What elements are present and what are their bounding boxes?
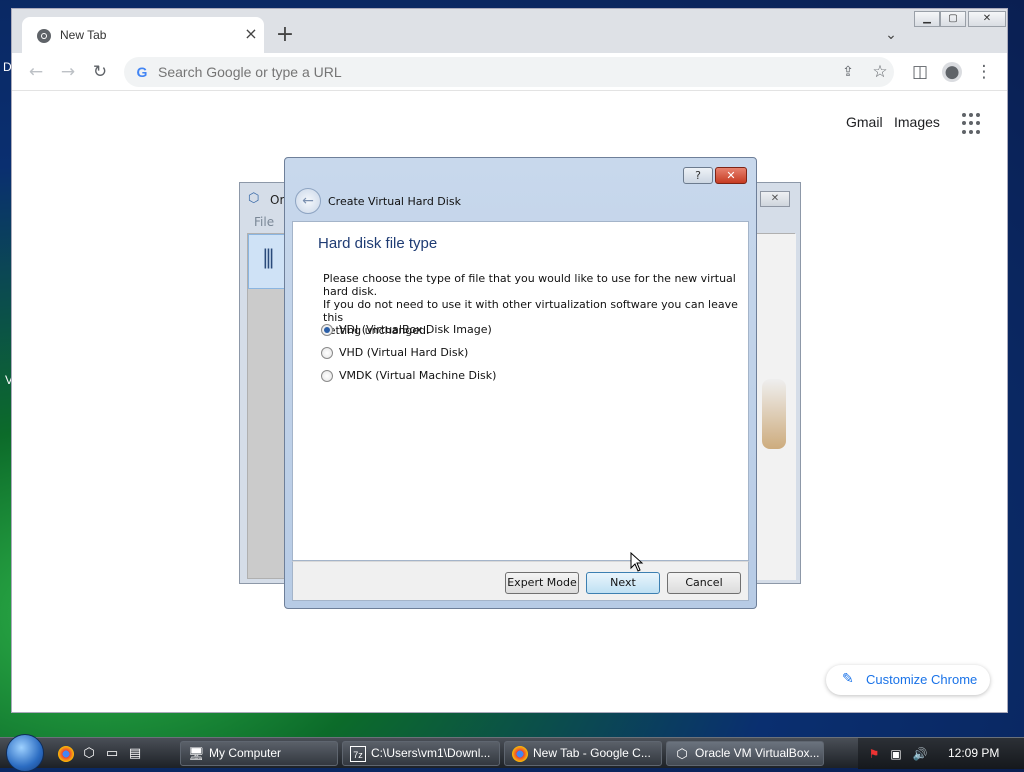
tab-search-chevron-icon[interactable]: ⌄	[882, 27, 900, 45]
pencil-icon: ✎	[842, 671, 854, 687]
help-button[interactable]: ?	[683, 167, 713, 184]
gmail-link[interactable]: Gmail	[846, 114, 883, 130]
taskbar-item-7zip[interactable]: 7z C:\Users\vm1\Downl...	[342, 741, 500, 766]
chrome-favicon-icon	[37, 29, 51, 43]
virtualbox-icon[interactable]: ⬡	[81, 746, 97, 762]
tab-close-icon[interactable]: ×	[242, 25, 260, 43]
switch-windows-icon[interactable]: ▤	[127, 746, 143, 762]
radio-label: VHD (Virtual Hard Disk)	[339, 346, 469, 359]
mouse-cursor-icon	[630, 552, 644, 572]
show-desktop-icon[interactable]: ▭	[104, 746, 120, 762]
images-link[interactable]: Images	[894, 114, 940, 130]
reload-icon[interactable]: ↻	[90, 62, 110, 82]
cancel-button[interactable]: Cancel	[667, 572, 741, 594]
taskbar-item-label: C:\Users\vm1\Downl...	[371, 746, 491, 760]
clock[interactable]: 12:09 PM	[948, 746, 999, 760]
forward-arrow-icon[interactable]: →	[58, 62, 78, 82]
tools-icon: ⫴	[263, 245, 274, 275]
window-maximize-button[interactable]: ▢	[940, 11, 966, 27]
customize-chrome-button[interactable]: ✎ Customize Chrome	[826, 665, 990, 695]
network-icon[interactable]: ▣	[888, 746, 904, 762]
new-tab-button[interactable]: +	[274, 24, 296, 47]
tools-item[interactable]: ⫴	[248, 234, 288, 289]
taskbar-item-my-computer[interactable]: 🖥 My Computer	[180, 741, 338, 766]
description-line: Please choose the type of file that you …	[323, 272, 736, 298]
create-virtual-hard-disk-dialog: ? ✕ ← Create Virtual Hard Disk Hard disk…	[284, 157, 757, 609]
dialog-button-bar: Expert Mode Next Cancel	[292, 561, 749, 601]
dialog-close-button[interactable]: ✕	[715, 167, 747, 184]
side-panel-icon[interactable]: ◫	[910, 62, 930, 82]
back-arrow-icon[interactable]: ←	[26, 62, 46, 82]
radio-button[interactable]	[321, 370, 333, 382]
chrome-icon[interactable]	[58, 746, 74, 762]
volume-icon[interactable]: 🔊	[912, 746, 928, 762]
tab-strip: New Tab × + ⌄ ▁ ▢ ✕	[12, 9, 1007, 53]
tab-new-tab[interactable]: New Tab ×	[22, 17, 264, 53]
window-minimize-button[interactable]: ▁	[914, 11, 940, 27]
browser-toolbar: ← → ↻ G ⇪ ☆ ◫ ● ⋮	[12, 53, 1007, 91]
virtualbox-icon: ⬡	[248, 191, 260, 206]
dialog-title: Create Virtual Hard Disk	[328, 195, 461, 208]
next-button[interactable]: Next	[586, 572, 660, 594]
action-center-flag-icon[interactable]: ⚑	[866, 746, 882, 762]
page-title: Hard disk file type	[318, 235, 438, 252]
back-arrow-icon[interactable]: ←	[295, 188, 321, 214]
tab-title: New Tab	[60, 28, 107, 42]
welcome-illustration-icon	[762, 379, 786, 449]
dialog-content: Hard disk file type Please choose the ty…	[292, 221, 749, 561]
omnibox[interactable]: G ⇪ ☆	[124, 57, 894, 87]
description-line: If you do not need to use it with other …	[323, 298, 738, 324]
taskbar-item-virtualbox[interactable]: ⬡ Oracle VM VirtualBox...	[666, 741, 824, 766]
share-icon[interactable]: ⇪	[838, 62, 858, 82]
kebab-menu-icon[interactable]: ⋮	[974, 62, 994, 82]
radio-label: VMDK (Virtual Machine Disk)	[339, 369, 497, 382]
omnibox-input[interactable]	[156, 61, 796, 83]
taskbar-item-label: My Computer	[209, 746, 282, 760]
taskbar: ⬡ ▭ ▤ 🖥 My Computer 7z C:\Users\vm1\Down…	[0, 734, 1024, 772]
profile-avatar-icon[interactable]: ●	[942, 62, 962, 82]
google-apps-grid-icon[interactable]	[962, 113, 984, 135]
start-button[interactable]	[6, 734, 44, 772]
taskbar-item-label: Oracle VM VirtualBox...	[695, 746, 820, 760]
bookmark-star-icon[interactable]: ☆	[870, 62, 890, 82]
system-tray: ⚑ ▣ 🔊 12:09 PM	[858, 738, 1024, 769]
7zip-icon: 7z	[350, 746, 366, 762]
customize-chrome-label: Customize Chrome	[866, 672, 978, 687]
expert-mode-button[interactable]: Expert Mode	[505, 572, 579, 594]
chrome-icon	[512, 746, 528, 762]
google-g-icon: G	[136, 64, 148, 80]
virtualbox-manager-detail-pane	[756, 234, 796, 580]
virtualbox-icon: ⬡	[676, 746, 688, 761]
taskbar-item-label: New Tab - Google C...	[533, 746, 651, 760]
radio-button[interactable]	[321, 347, 333, 359]
radio-button[interactable]	[321, 324, 333, 336]
window-close-button[interactable]: ✕	[968, 11, 1006, 27]
radio-label: VDI (VirtualBox Disk Image)	[339, 323, 492, 336]
computer-icon: 🖥	[188, 746, 205, 761]
menu-file[interactable]: File	[254, 215, 274, 229]
taskbar-item-chrome[interactable]: New Tab - Google C...	[504, 741, 662, 766]
virtualbox-manager-close-button[interactable]: ✕	[760, 191, 790, 207]
